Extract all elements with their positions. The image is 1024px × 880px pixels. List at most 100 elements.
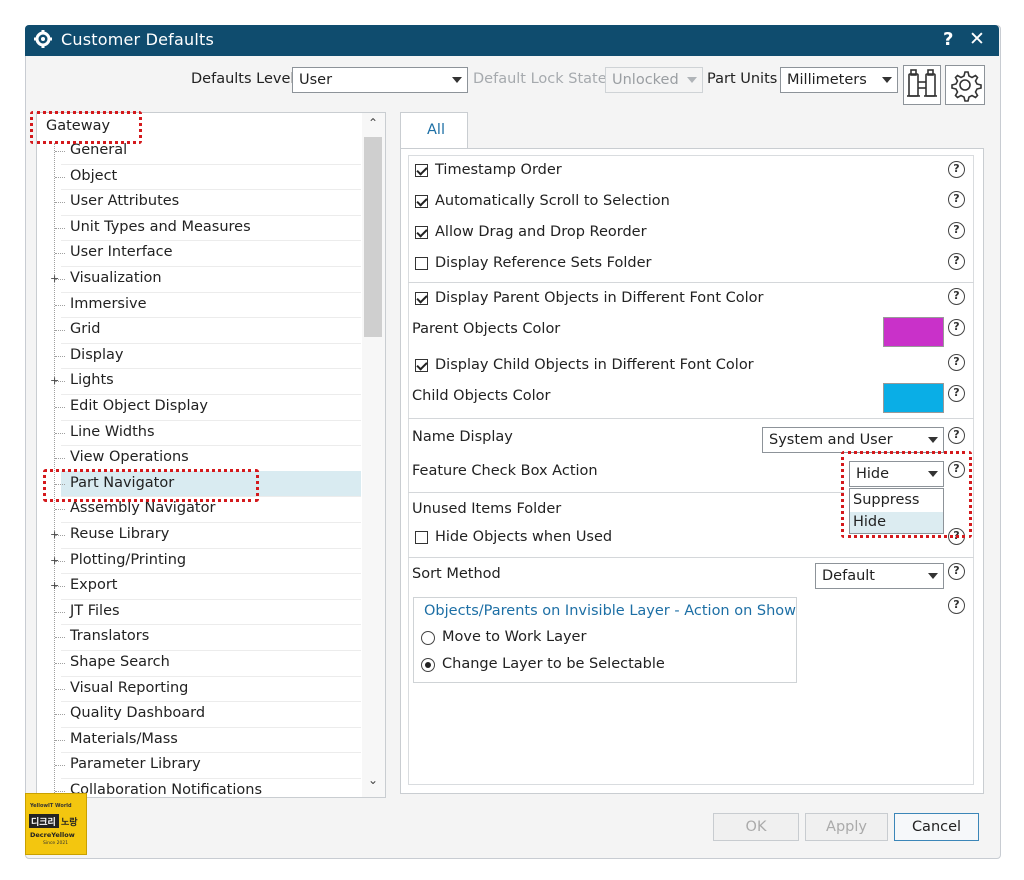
cancel-button[interactable]: Cancel (894, 813, 979, 841)
tree-item-label: Visualization (70, 270, 162, 286)
apply-button[interactable]: Apply (805, 813, 888, 841)
radio-move-work-layer[interactable] (421, 631, 435, 645)
expand-plus-icon[interactable]: + (50, 529, 59, 540)
tree-connector (55, 509, 65, 511)
close-icon[interactable]: ✕ (969, 28, 985, 50)
auto-scroll-checkbox[interactable] (415, 195, 428, 208)
hide-objects-checkbox[interactable] (415, 531, 428, 544)
help-icon[interactable]: ? (943, 29, 953, 50)
help-icon[interactable]: ? (948, 253, 965, 270)
watermark-line1: YellowIT World (30, 803, 72, 809)
chevron-down-icon (687, 77, 697, 83)
group-title: Objects/Parents on Invisible Layer - Act… (424, 603, 797, 619)
tree-item-label: Object (70, 167, 118, 184)
tree-connector (55, 176, 65, 178)
help-icon[interactable]: ? (948, 354, 965, 371)
expand-plus-icon[interactable]: + (50, 273, 59, 284)
tree-connector (55, 151, 65, 152)
settings-button[interactable] (945, 65, 985, 105)
expand-plus-icon[interactable]: + (50, 580, 59, 591)
auto-scroll-label: Automatically Scroll to Selection (435, 193, 670, 209)
tree-connector (55, 765, 65, 767)
help-icon[interactable]: ? (948, 222, 965, 239)
help-icon[interactable]: ? (948, 427, 965, 444)
display-ref-sets-checkbox[interactable] (415, 257, 428, 270)
expand-plus-icon[interactable]: + (50, 555, 59, 566)
chevron-down-icon (928, 573, 938, 579)
tree-connector (55, 432, 65, 434)
unused-items-label: Unused Items Folder (412, 501, 562, 517)
help-icon[interactable]: ? (948, 288, 965, 305)
allow-drag-checkbox[interactable] (415, 226, 428, 239)
help-icon[interactable]: ? (948, 161, 965, 178)
watermark-line2b: 노랑 (61, 818, 78, 828)
ok-button[interactable]: OK (713, 813, 799, 841)
binoculars-icon (907, 69, 937, 97)
help-icon[interactable]: ? (948, 191, 965, 208)
tree-connector (55, 688, 65, 690)
highlight-gateway (30, 111, 142, 144)
child-color-swatch[interactable] (883, 383, 944, 413)
tree-item-label: View Operations (70, 449, 189, 466)
tree-scrollbar[interactable]: ⌃ ⌄ (362, 113, 385, 797)
display-parent-color-checkbox[interactable] (415, 292, 428, 305)
scroll-down-icon[interactable]: ⌄ (368, 773, 378, 787)
tree-item-label: Unit Types and Measures (70, 218, 251, 235)
help-icon[interactable]: ? (948, 597, 965, 614)
part-units-select[interactable]: Millimeters (780, 67, 898, 93)
radio-change-label: Change Layer to be Selectable (442, 656, 665, 672)
radio-change-layer[interactable] (421, 658, 435, 672)
name-display-label: Name Display (412, 429, 513, 445)
highlight-feature-dropdown (841, 451, 972, 538)
name-display-select[interactable]: System and User (762, 427, 944, 453)
sort-method-select[interactable]: Default (815, 563, 944, 589)
tree-connector (55, 458, 65, 460)
scroll-thumb[interactable] (364, 137, 382, 337)
timestamp-order-checkbox[interactable] (415, 164, 428, 177)
display-child-color-checkbox[interactable] (415, 359, 428, 372)
tree-connector (55, 611, 65, 613)
parent-color-swatch[interactable] (883, 317, 944, 347)
tab-all[interactable]: All (400, 112, 468, 149)
tree-connector (55, 663, 65, 664)
tab-all-label: All (427, 122, 445, 138)
defaults-level-value: User (299, 72, 333, 88)
title-bar[interactable]: Customer Defaults ? ✕ (25, 25, 999, 56)
radio-move-label: Move to Work Layer (442, 629, 587, 645)
tree-item-label: Translators (70, 628, 150, 645)
tree-item-label: Line Widths (70, 423, 155, 440)
watermark-line4: Since 2021 (43, 841, 69, 846)
expand-plus-icon[interactable]: + (50, 375, 59, 386)
sort-method-value: Default (822, 568, 875, 584)
defaults-level-select[interactable]: User (292, 67, 468, 93)
gear-icon (951, 71, 982, 102)
part-units-value: Millimeters (787, 72, 867, 88)
parent-color-label: Parent Objects Color (412, 321, 561, 337)
tree-connector (55, 227, 65, 229)
chevron-down-icon (882, 77, 892, 83)
tree-item-label: Materials/Mass (70, 730, 178, 747)
tree-connector (55, 791, 65, 792)
gear-icon (33, 29, 53, 53)
tree-connector (55, 739, 65, 741)
defaults-level-label: Defaults Level (191, 71, 295, 87)
chevron-down-icon (928, 437, 938, 443)
divider (408, 282, 974, 283)
scroll-up-icon[interactable]: ⌃ (368, 116, 378, 130)
help-icon[interactable]: ? (948, 319, 965, 336)
hide-objects-label: Hide Objects when Used (435, 529, 613, 545)
tree-item-label: Parameter Library (70, 756, 201, 773)
tree-item-label: JT Files (70, 602, 120, 619)
display-child-color-label: Display Child Objects in Different Font … (435, 357, 754, 373)
watermark-box: 디크리 (29, 814, 59, 828)
help-icon[interactable]: ? (948, 563, 965, 580)
watermark-logo: YellowIT World 디크리 노랑 DecreYellow Since … (25, 793, 87, 855)
tree-item-label: Display (70, 346, 124, 363)
tree-item-label: User Interface (70, 244, 173, 261)
feature-checkbox-label: Feature Check Box Action (412, 463, 598, 479)
tree-connector (55, 202, 65, 204)
tree-item[interactable] (61, 317, 361, 344)
help-icon[interactable]: ? (948, 385, 965, 402)
lock-state-value: Unlocked (612, 72, 679, 88)
find-button[interactable] (903, 65, 941, 105)
